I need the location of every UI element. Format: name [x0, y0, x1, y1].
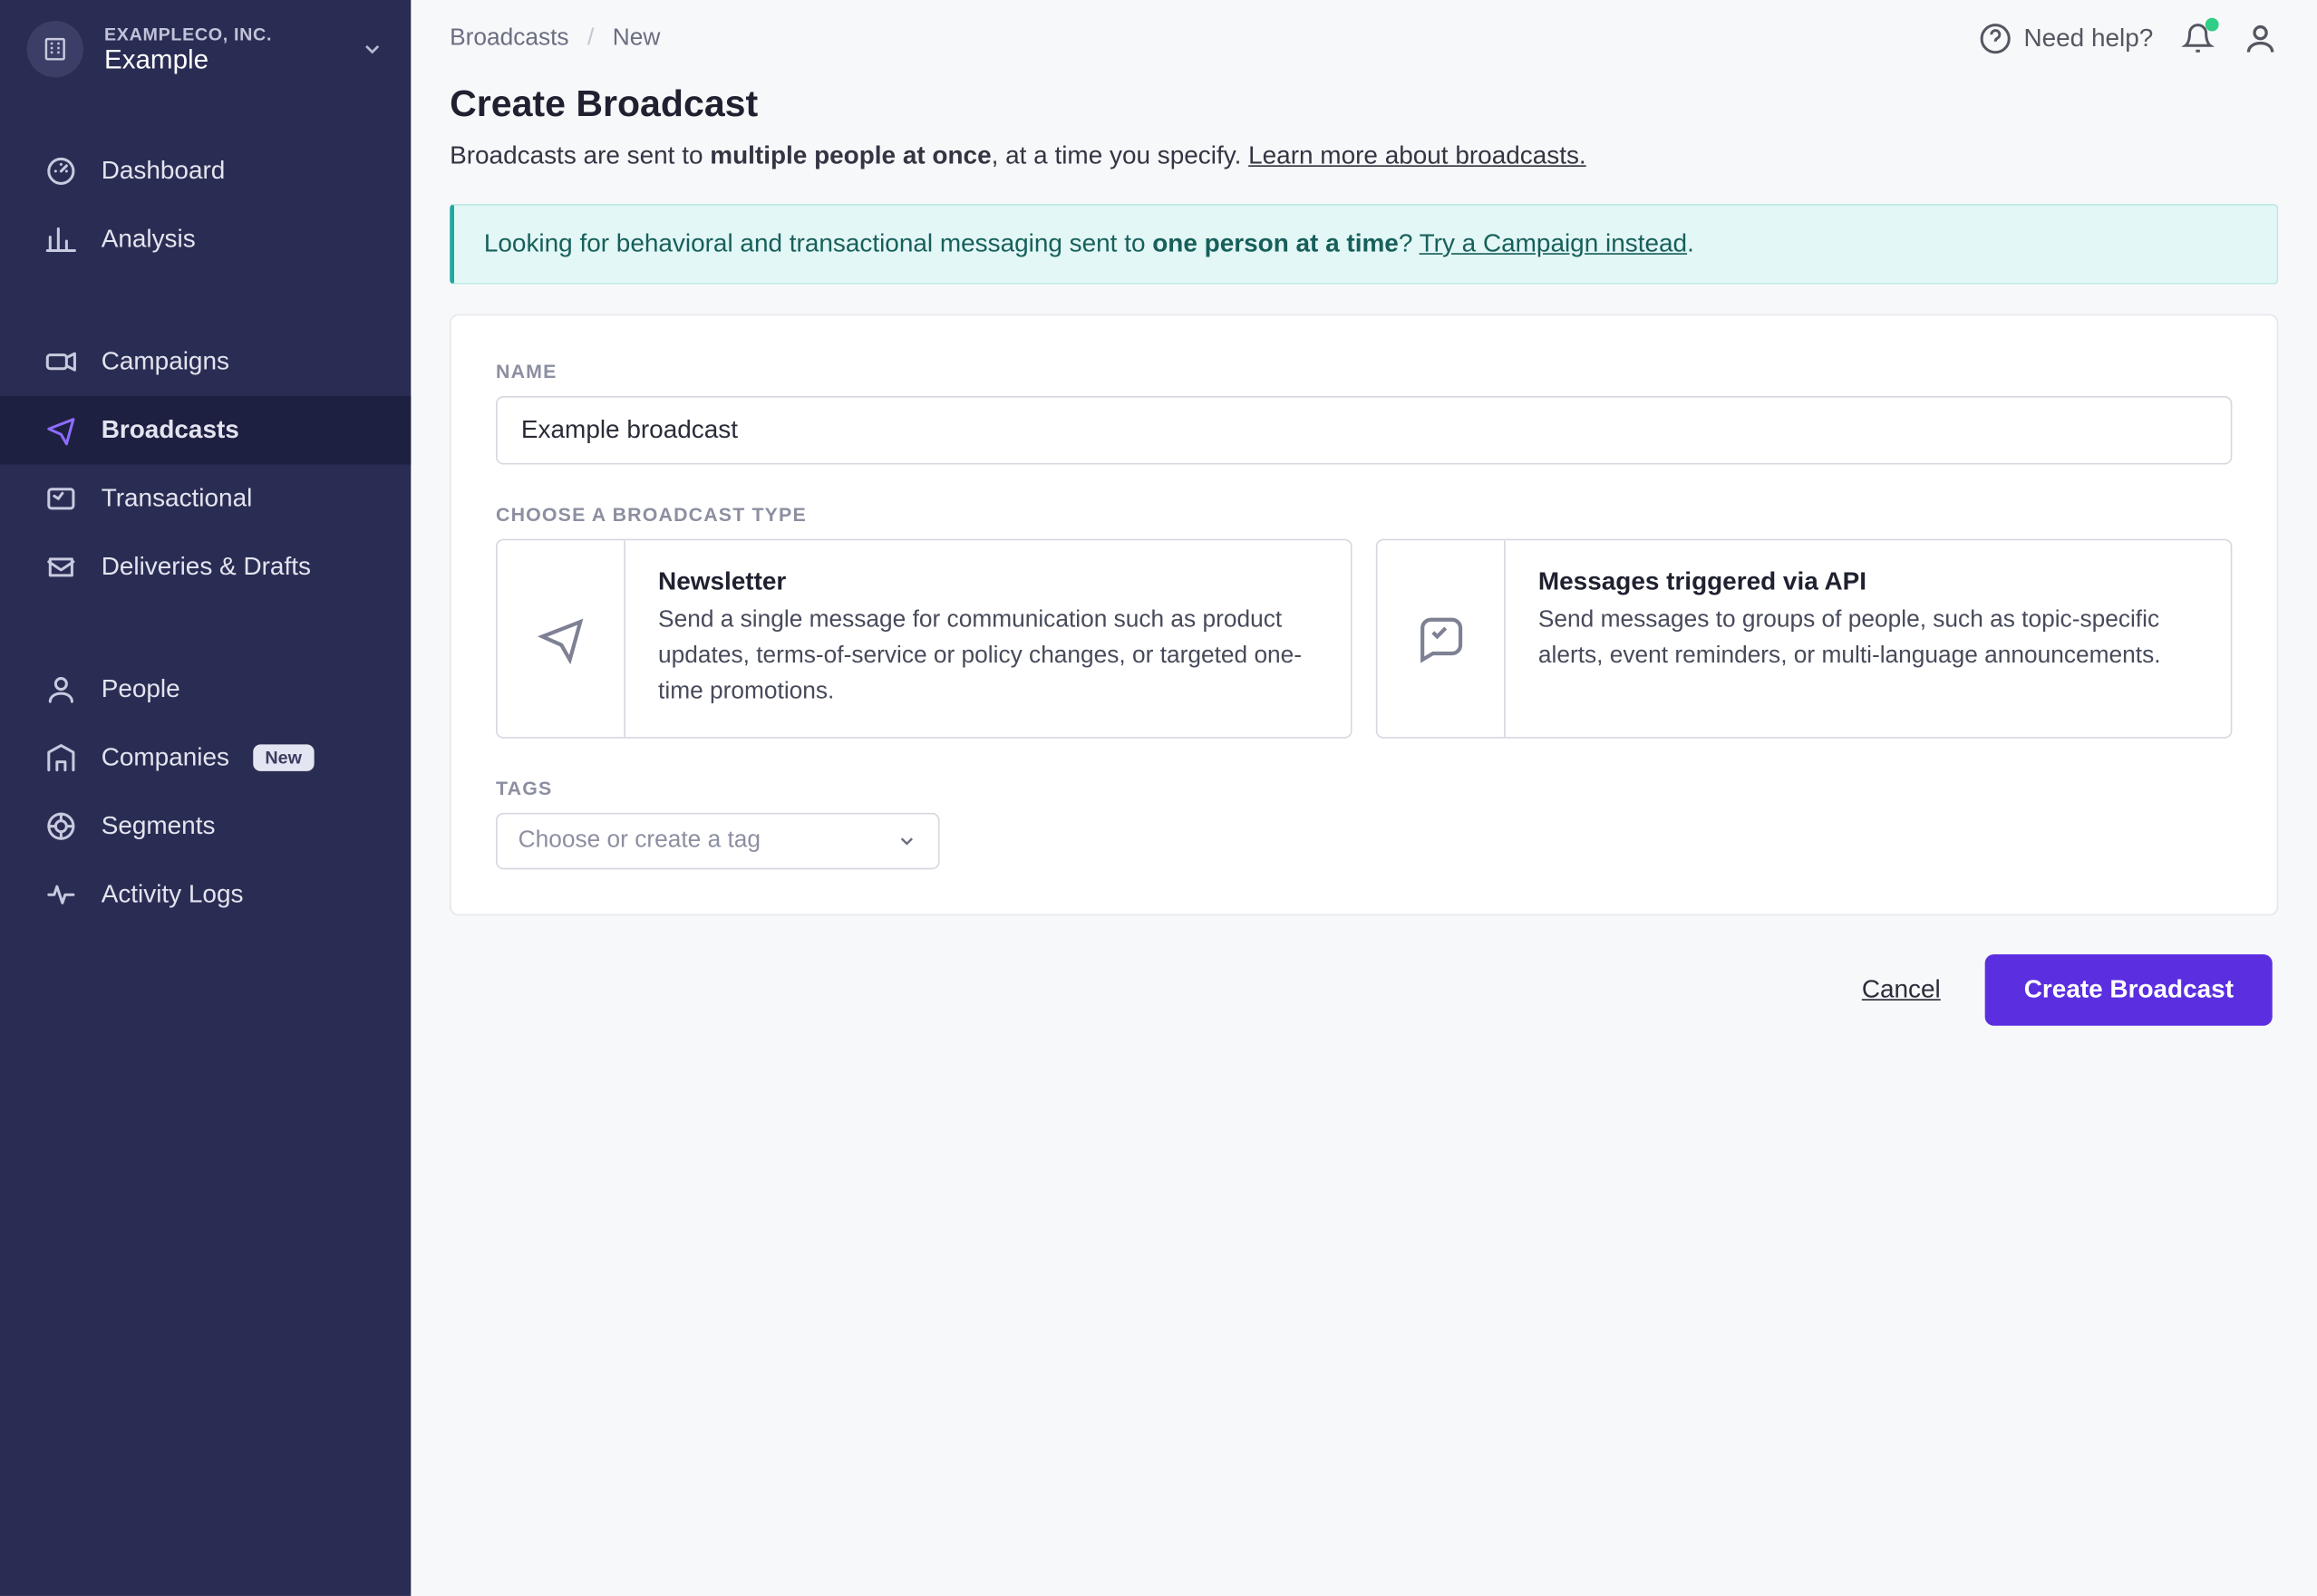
- campaigns-icon: [44, 345, 77, 378]
- new-badge: New: [253, 744, 314, 771]
- breadcrumb: Broadcasts / New: [450, 25, 660, 53]
- card-desc: Send a single message for communication …: [658, 603, 1318, 710]
- help-link[interactable]: Need help?: [1979, 23, 2153, 55]
- sidebar: EXAMPLECO, INC. Example Dashboard Analysi…: [0, 0, 411, 1596]
- user-icon: [2243, 21, 2278, 56]
- analysis-icon: [44, 223, 77, 256]
- account-button[interactable]: [2243, 21, 2278, 56]
- activitylogs-icon: [44, 878, 77, 911]
- banner-text-a: Looking for behavioral and transactional…: [484, 229, 1152, 257]
- help-icon: [1979, 23, 2012, 55]
- banner-text-b: ?: [1399, 229, 1420, 257]
- broadcast-type-card-1[interactable]: Messages triggered via API Send messages …: [1376, 539, 2233, 739]
- broadcasts-icon: [44, 414, 77, 447]
- sidebar-item-dashboard[interactable]: Dashboard: [0, 137, 411, 206]
- workspace-logo: [27, 21, 83, 77]
- sidebar-item-label: Analysis: [102, 225, 196, 255]
- sidebar-item-label: Deliveries & Drafts: [102, 552, 311, 582]
- breadcrumb-current: New: [613, 25, 661, 51]
- page-desc-a: Broadcasts are sent to: [450, 141, 710, 169]
- create-broadcast-button[interactable]: Create Broadcast: [1985, 954, 2273, 1026]
- help-label: Need help?: [2023, 24, 2153, 53]
- deliveries-icon: [44, 551, 77, 584]
- cancel-button[interactable]: Cancel: [1862, 975, 1941, 1005]
- footer-actions: Cancel Create Broadcast: [450, 954, 2278, 1026]
- megaphone-icon: [498, 540, 625, 737]
- sidebar-item-activity-logs[interactable]: Activity Logs: [0, 860, 411, 929]
- segments-icon: [44, 810, 77, 843]
- sidebar-item-label: Activity Logs: [102, 880, 244, 910]
- info-banner: Looking for behavioral and transactional…: [450, 204, 2278, 285]
- transactional-icon: [44, 482, 77, 515]
- page-title: Create Broadcast: [450, 83, 2278, 127]
- sidebar-item-label: People: [102, 674, 180, 704]
- chevron-down-icon: [361, 37, 384, 61]
- page-description: Broadcasts are sent to multiple people a…: [450, 141, 2278, 171]
- people-icon: [44, 672, 77, 705]
- breadcrumb-root[interactable]: Broadcasts: [450, 25, 568, 51]
- sidebar-item-label: Companies: [102, 743, 229, 773]
- banner-text-strong: one person at a time: [1152, 229, 1399, 257]
- workspace-parent: EXAMPLECO, INC.: [104, 23, 340, 44]
- sidebar-item-segments[interactable]: Segments: [0, 792, 411, 861]
- dashboard-icon: [44, 155, 77, 188]
- sidebar-item-people[interactable]: People: [0, 655, 411, 724]
- sidebar-item-label: Segments: [102, 811, 216, 841]
- card-desc: Send messages to groups of people, such …: [1538, 603, 2198, 674]
- sidebar-item-analysis[interactable]: Analysis: [0, 206, 411, 275]
- workspace-name: Example: [104, 44, 340, 74]
- sidebar-item-label: Transactional: [102, 484, 253, 514]
- name-input[interactable]: [496, 396, 2232, 465]
- sidebar-item-label: Campaigns: [102, 347, 229, 377]
- campaign-link[interactable]: Try a Campaign instead: [1420, 229, 1687, 257]
- notifications-button[interactable]: [2180, 21, 2215, 56]
- sidebar-item-label: Dashboard: [102, 156, 226, 186]
- main: Broadcasts / New Need help?: [411, 0, 2317, 1596]
- content: Create Broadcast Broadcasts are sent to …: [411, 63, 2317, 1596]
- companies-icon: [44, 741, 77, 774]
- banner-text-c: .: [1687, 229, 1694, 257]
- notification-dot: [2206, 18, 2219, 32]
- tags-select[interactable]: Choose or create a tag: [496, 813, 940, 869]
- form-panel: NAME CHOOSE A BROADCAST TYPE Newsletter S…: [450, 314, 2278, 916]
- type-label: CHOOSE A BROADCAST TYPE: [496, 503, 2232, 526]
- name-label: NAME: [496, 361, 2232, 383]
- breadcrumb-sep: /: [587, 25, 594, 51]
- api-message-icon: [1377, 540, 1505, 737]
- broadcast-type-card-0[interactable]: Newsletter Send a single message for comm…: [496, 539, 1352, 739]
- card-title: Newsletter: [658, 567, 1318, 597]
- sidebar-item-transactional[interactable]: Transactional: [0, 465, 411, 534]
- page-desc-strong: multiple people at once: [710, 141, 991, 169]
- sidebar-item-broadcasts[interactable]: Broadcasts: [0, 396, 411, 465]
- sidebar-nav: Dashboard Analysis Campaigns Broadcasts Tran…: [0, 137, 411, 982]
- chevron-down-icon: [897, 831, 917, 852]
- sidebar-item-label: Broadcasts: [102, 415, 239, 445]
- tags-placeholder: Choose or create a tag: [519, 827, 761, 855]
- page-desc-b: , at a time you specify.: [992, 141, 1249, 169]
- sidebar-item-companies[interactable]: Companies New: [0, 723, 411, 792]
- card-title: Messages triggered via API: [1538, 567, 2198, 597]
- sidebar-item-campaigns[interactable]: Campaigns: [0, 327, 411, 396]
- tags-label: TAGS: [496, 777, 2232, 799]
- workspace-switcher[interactable]: EXAMPLECO, INC. Example: [0, 0, 411, 98]
- topbar: Broadcasts / New Need help?: [411, 0, 2317, 63]
- learn-more-link[interactable]: Learn more about broadcasts.: [1248, 141, 1586, 169]
- sidebar-item-deliveries-drafts[interactable]: Deliveries & Drafts: [0, 533, 411, 602]
